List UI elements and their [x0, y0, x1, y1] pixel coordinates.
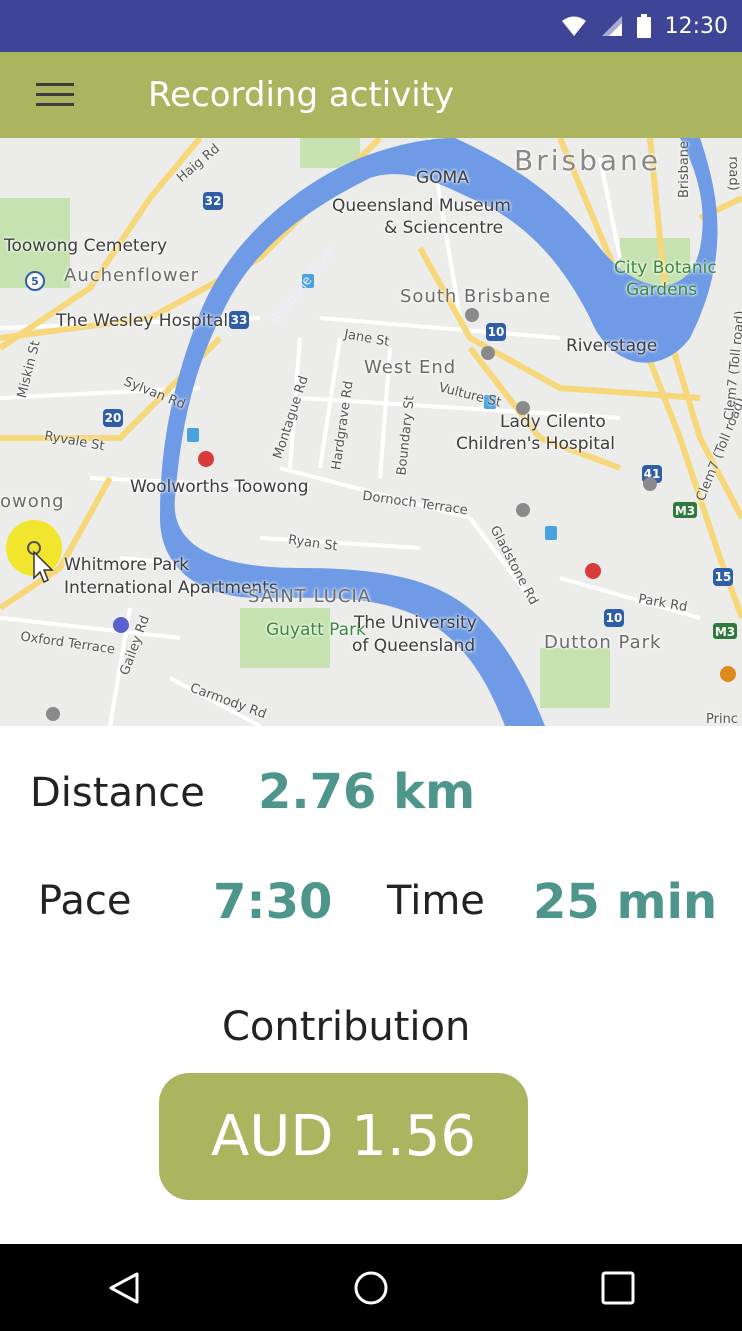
battery-icon [636, 14, 651, 38]
map-label-uq: The University [354, 613, 477, 633]
map-label-childrens-hospital: Children's Hospital [456, 434, 616, 454]
contribution-button[interactable]: AUD 1.56 [159, 1073, 528, 1200]
system-nav-bar [0, 1244, 742, 1331]
map-label-woolworths: Woolworths Toowong [130, 477, 309, 497]
map-label-uq-2: of Queensland [352, 636, 476, 656]
svg-text:33: 33 [231, 313, 248, 327]
map-view[interactable]: 32 33 20 10 41 15 10 M3 M3 5 Brisbane GO… [0, 138, 742, 726]
pace-label: Pace [38, 878, 132, 924]
hamburger-menu-icon[interactable] [0, 52, 110, 138]
map-label-lady-cilento: Lady Cilento [500, 412, 606, 432]
time-value: 25 min [533, 874, 718, 930]
app-bar: Recording activity [0, 52, 742, 138]
svg-text:10: 10 [488, 325, 505, 339]
map-label-princ: Princ [706, 712, 738, 726]
svg-text:5: 5 [31, 275, 39, 288]
distance-label: Distance [30, 770, 205, 816]
contribution-label: Contribution [222, 1004, 471, 1050]
park-area [540, 648, 610, 708]
svg-text:32: 32 [205, 194, 222, 208]
svg-text:15: 15 [715, 570, 732, 584]
map-label-south-brisbane: South Brisbane [400, 286, 552, 307]
map-label-wesley-hospital: The Wesley Hospital [56, 311, 229, 331]
wifi-icon [561, 15, 587, 37]
map-label-brisbane-vertical: Brisbane [677, 140, 693, 199]
status-time: 12:30 [664, 13, 728, 39]
map-label-whitmore-park: Whitmore Park [64, 555, 190, 575]
svg-text:M3: M3 [715, 625, 735, 639]
map-label-saint-lucia: SAINT LUCIA [248, 586, 372, 607]
page-title: Recording activity [148, 75, 455, 115]
map-label-city-botanic: City Botanic [614, 258, 717, 278]
distance-value: 2.76 km [258, 764, 476, 820]
time-label: Time [387, 878, 485, 924]
map-label-toowong-cemetery: Toowong Cemetery [4, 236, 168, 256]
map-label-qld-museum: Queensland Museum [332, 196, 511, 216]
recents-icon[interactable] [578, 1248, 658, 1328]
map-label-brisbane: Brisbane [514, 144, 661, 177]
svg-text:10: 10 [606, 611, 623, 625]
map-label-city-botanic-2: Gardens [626, 280, 698, 300]
pace-value: 7:30 [213, 874, 333, 930]
map-label-guyatt-park: Guyatt Park [266, 620, 366, 640]
cell-signal-icon [601, 15, 623, 37]
svg-text:20: 20 [105, 411, 122, 425]
svg-text:M3: M3 [675, 504, 695, 518]
map-label-auchenflower: Auchenflower [64, 265, 200, 286]
map-label-west-end: West End [364, 357, 457, 378]
home-icon[interactable] [331, 1248, 411, 1328]
map-label-international-apartments: International Apartments [64, 578, 278, 598]
activity-stats: Distance 2.76 km Pace 7:30 Time 25 min C… [0, 726, 742, 1244]
map-label-riverstage: Riverstage [566, 336, 658, 356]
map-label-dutton-park: Dutton Park [544, 632, 662, 653]
map-label-qld-museum-2: & Sciencentre [384, 218, 504, 238]
map-label-goma: GOMA [416, 168, 469, 188]
contribution-value: AUD 1.56 [211, 1104, 476, 1169]
status-bar: 12:30 [0, 0, 742, 52]
map-label-road: road) [725, 156, 741, 191]
back-icon[interactable] [84, 1248, 164, 1328]
map-label-toowong: owong [0, 491, 65, 512]
